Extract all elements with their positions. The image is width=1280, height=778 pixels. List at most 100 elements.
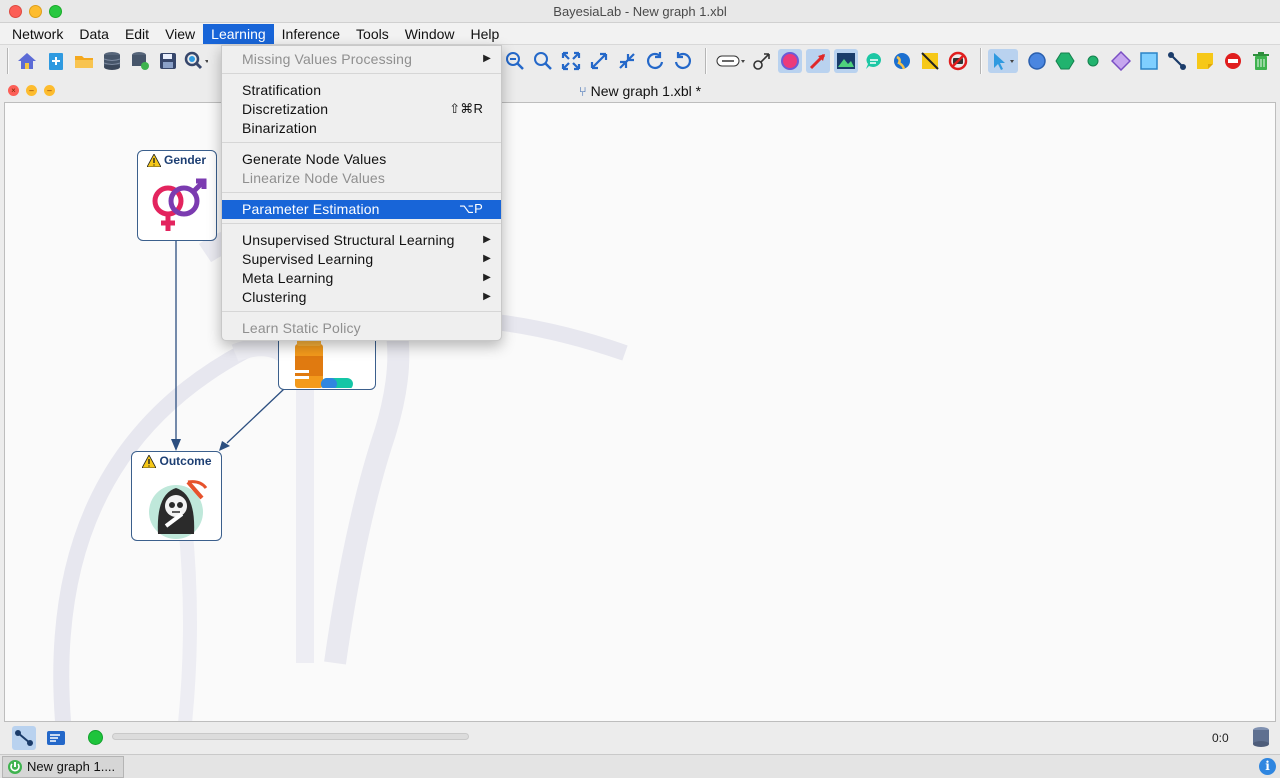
arc-color-icon[interactable]: [806, 49, 830, 73]
cursor-coordinates: 0:0: [1212, 731, 1229, 745]
inspect-icon[interactable]: [184, 49, 208, 73]
menu-supervised-learning[interactable]: Supervised Learning ▶: [222, 250, 501, 269]
graph-title-text: New graph 1.xbl *: [590, 83, 702, 99]
menu-separator: [222, 73, 501, 74]
title-bar: BayesiaLab - New graph 1.xbl: [0, 0, 1280, 23]
discretization-shortcut: ⇧⌘R: [449, 101, 483, 116]
stop-icon[interactable]: [1221, 49, 1245, 73]
grim-reaper-icon: [149, 480, 208, 539]
database-link-icon[interactable]: [128, 49, 152, 73]
supervised-label: Supervised Learning: [242, 251, 374, 267]
menu-separator: [222, 223, 501, 224]
graph-task-label: New graph 1....: [27, 759, 116, 774]
menu-linearize-node-values[interactable]: Linearize Node Values: [222, 169, 501, 188]
expand-icon[interactable]: [587, 49, 611, 73]
main-toolbar: [0, 45, 1280, 78]
task-bar: New graph 1.... i: [0, 754, 1280, 778]
menu-window[interactable]: Window: [397, 24, 463, 44]
menu-learning[interactable]: Learning: [203, 23, 274, 44]
arc-tool-icon[interactable]: [750, 49, 774, 73]
trash-icon[interactable]: [1249, 49, 1273, 73]
submenu-arrow-icon: ▶: [483, 253, 491, 264]
graph-canvas[interactable]: Gender Outcome: [4, 102, 1276, 722]
menu-help[interactable]: Help: [463, 24, 508, 44]
save-icon[interactable]: [156, 49, 180, 73]
unsupervised-label: Unsupervised Structural Learning: [242, 232, 455, 248]
small-node-icon[interactable]: [1081, 49, 1105, 73]
toolbar-separator: [705, 48, 707, 74]
arc-arrowhead: [171, 439, 181, 451]
home-icon[interactable]: [15, 49, 39, 73]
menu-missing-values-processing[interactable]: Missing Values Processing ▶: [222, 50, 501, 69]
menu-edit[interactable]: Edit: [117, 24, 157, 44]
menu-unsupervised-structural-learning[interactable]: Unsupervised Structural Learning ▶: [222, 231, 501, 250]
node-gender[interactable]: Gender: [137, 150, 217, 241]
database-icon[interactable]: [100, 49, 124, 73]
graph-mode-icon[interactable]: [12, 726, 36, 750]
sticky-note-icon[interactable]: [1193, 49, 1217, 73]
submenu-arrow-icon: ▶: [483, 234, 491, 245]
zoom-out-icon[interactable]: [503, 49, 527, 73]
menu-view[interactable]: View: [157, 24, 203, 44]
database-status-icon[interactable]: [1249, 725, 1273, 749]
decision-node-icon[interactable]: [1109, 49, 1133, 73]
fit-window-icon[interactable]: [559, 49, 583, 73]
status-bar: 0:0: [0, 722, 1280, 754]
menu-separator: [222, 311, 501, 312]
node-outcome-label: Outcome: [159, 454, 212, 468]
toolbar-separator: [7, 48, 9, 74]
menu-learn-static-policy[interactable]: Learn Static Policy: [222, 319, 501, 338]
background-image-icon[interactable]: [834, 49, 858, 73]
constraint-node-icon[interactable]: [1053, 49, 1077, 73]
new-network-icon[interactable]: [44, 49, 68, 73]
menu-network[interactable]: Network: [4, 24, 71, 44]
node-outcome[interactable]: Outcome: [131, 451, 222, 541]
zoom-icon[interactable]: [531, 49, 555, 73]
utility-node-icon[interactable]: [1137, 49, 1161, 73]
graph-task-tab[interactable]: New graph 1....: [2, 756, 124, 778]
comment-icon[interactable]: [862, 49, 886, 73]
menu-inference[interactable]: Inference: [274, 24, 348, 44]
validation-mode-icon[interactable]: [44, 726, 68, 750]
menu-parameter-estimation[interactable]: Parameter Estimation ⌥P: [222, 200, 501, 219]
arc-creation-icon[interactable]: [1165, 49, 1189, 73]
rotate-left-icon[interactable]: [643, 49, 667, 73]
info-icon[interactable]: i: [1259, 758, 1276, 775]
menu-binarization[interactable]: Binarization: [222, 119, 501, 138]
selection-tool-icon[interactable]: [988, 49, 1018, 73]
hide-comments-icon[interactable]: [946, 49, 970, 73]
missing-values-label: Missing Values Processing: [242, 51, 413, 67]
contract-icon[interactable]: [615, 49, 639, 73]
menu-clustering[interactable]: Clustering ▶: [222, 288, 501, 307]
submenu-arrow-icon: ▶: [483, 272, 491, 283]
submenu-arrow-icon: ▶: [483, 53, 491, 64]
open-folder-icon[interactable]: [72, 49, 96, 73]
menu-tools[interactable]: Tools: [348, 24, 397, 44]
progress-bar: [112, 733, 469, 740]
toolbar-separator: [980, 48, 982, 74]
menu-meta-learning[interactable]: Meta Learning ▶: [222, 269, 501, 288]
menu-discretization[interactable]: Discretization ⇧⌘R: [222, 100, 501, 119]
menu-separator: [222, 192, 501, 193]
node-display-icon[interactable]: [716, 49, 746, 73]
arc-node-outcome: [226, 388, 285, 444]
medicine-icon: [295, 338, 353, 388]
graph-frame-title: ⑂ New graph 1.xbl *: [0, 83, 1280, 99]
menu-separator: [222, 142, 501, 143]
note-tool-icon[interactable]: [918, 49, 942, 73]
menu-bar: Network Data Edit View Learning Inferenc…: [0, 23, 1280, 45]
gender-symbols-icon: [152, 178, 207, 231]
node-creation-icon[interactable]: [1025, 49, 1049, 73]
meta-label: Meta Learning: [242, 270, 334, 286]
rotate-right-icon[interactable]: [671, 49, 695, 73]
learning-menu: Missing Values Processing ▶ Stratificati…: [221, 45, 502, 341]
parameter-estimation-shortcut: ⌥P: [459, 201, 483, 216]
graph-frame-header: × – – ⑂ New graph 1.xbl *: [0, 80, 1280, 102]
node-color-icon[interactable]: [778, 49, 802, 73]
globe-icon[interactable]: [890, 49, 914, 73]
window-title: BayesiaLab - New graph 1.xbl: [553, 4, 727, 19]
menu-generate-node-values[interactable]: Generate Node Values: [222, 150, 501, 169]
menu-data[interactable]: Data: [71, 24, 117, 44]
discretization-label: Discretization: [242, 101, 329, 117]
menu-stratification[interactable]: Stratification: [222, 81, 501, 100]
